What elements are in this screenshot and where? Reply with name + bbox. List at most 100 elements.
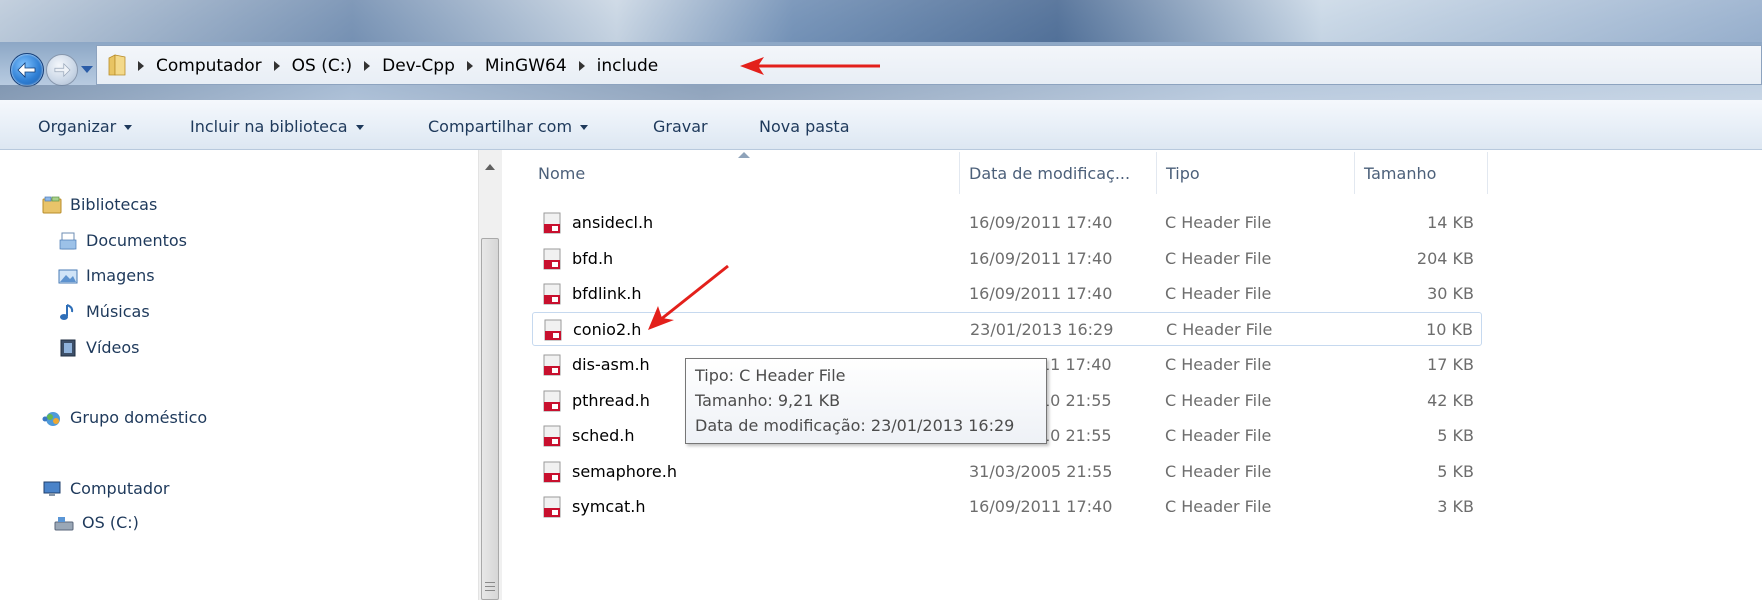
file-size: 5 KB bbox=[1437, 462, 1474, 481]
column-header-date[interactable]: Data de modificaç... bbox=[969, 164, 1130, 183]
new-folder-button[interactable]: Nova pasta bbox=[759, 117, 850, 136]
nav-item-drive-c[interactable]: OS (C:) bbox=[54, 513, 139, 532]
forward-button[interactable] bbox=[46, 54, 78, 86]
forward-arrow-icon bbox=[54, 62, 71, 78]
breadcrumb-item-dev-cpp[interactable]: Dev-Cpp bbox=[382, 56, 455, 76]
file-row[interactable]: symcat.h 16/09/2011 17:40 C Header File … bbox=[532, 490, 1482, 524]
file-size: 3 KB bbox=[1437, 497, 1474, 516]
file-size: 42 KB bbox=[1427, 391, 1474, 410]
breadcrumb-separator-icon[interactable] bbox=[364, 61, 371, 71]
file-name: dis-asm.h bbox=[572, 355, 650, 374]
column-divider[interactable] bbox=[1487, 152, 1488, 194]
file-size: 10 KB bbox=[1426, 320, 1473, 339]
c-header-file-icon bbox=[543, 425, 561, 447]
include-in-library-menu-button[interactable]: Incluir na biblioteca bbox=[190, 117, 364, 136]
scroll-up-arrow-icon[interactable] bbox=[485, 164, 495, 170]
nav-item-music[interactable]: Músicas bbox=[58, 302, 150, 321]
file-size: 14 KB bbox=[1427, 213, 1474, 232]
c-header-file-icon bbox=[543, 248, 561, 270]
computer-icon bbox=[43, 481, 61, 496]
column-divider[interactable] bbox=[959, 152, 960, 194]
nav-item-label: OS (C:) bbox=[82, 513, 139, 532]
file-name: symcat.h bbox=[572, 497, 646, 516]
file-date: 23/01/2013 16:29 bbox=[970, 320, 1114, 339]
music-note-icon bbox=[60, 303, 74, 320]
file-type: C Header File bbox=[1165, 249, 1272, 268]
breadcrumb-separator-icon[interactable] bbox=[138, 61, 144, 71]
breadcrumb-separator-icon[interactable] bbox=[466, 61, 473, 71]
file-type: C Header File bbox=[1165, 355, 1272, 374]
file-size: 17 KB bbox=[1427, 355, 1474, 374]
title-bar-background bbox=[0, 0, 1762, 42]
breadcrumb-item-computer[interactable]: Computador bbox=[156, 56, 262, 76]
breadcrumb-item-include[interactable]: include bbox=[597, 56, 659, 76]
nav-item-homegroup[interactable]: Grupo doméstico bbox=[42, 408, 207, 427]
nav-item-computer[interactable]: Computador bbox=[42, 479, 169, 498]
column-header-name[interactable]: Nome bbox=[538, 164, 585, 183]
c-header-file-icon bbox=[543, 496, 561, 518]
sort-ascending-icon bbox=[738, 152, 750, 158]
share-with-menu-button[interactable]: Compartilhar com bbox=[428, 117, 589, 136]
column-header-size[interactable]: Tamanho bbox=[1364, 164, 1436, 183]
file-type: C Header File bbox=[1165, 462, 1272, 481]
recent-pages-chevron-down-icon[interactable] bbox=[81, 66, 93, 73]
file-name: sched.h bbox=[572, 426, 635, 445]
video-icon bbox=[60, 339, 76, 356]
annotation-arrow-icon bbox=[648, 264, 729, 330]
file-date: 16/09/2011 17:40 bbox=[969, 497, 1113, 516]
c-header-file-icon bbox=[544, 319, 562, 341]
images-icon bbox=[58, 269, 78, 283]
organize-menu-button[interactable]: Organizar bbox=[38, 117, 133, 136]
scrollbar-grip bbox=[485, 582, 495, 583]
nav-item-label: Imagens bbox=[86, 266, 155, 285]
file-row[interactable]: ansidecl.h 16/09/2011 17:40 C Header Fil… bbox=[532, 206, 1482, 240]
back-arrow-icon bbox=[17, 62, 36, 78]
file-date: 10 21:55 bbox=[1040, 391, 1112, 410]
breadcrumb: Computador OS (C:) Dev-Cpp MinGW64 inclu… bbox=[138, 52, 670, 80]
file-name: bfd.h bbox=[572, 249, 614, 268]
organize-label: Organizar bbox=[38, 117, 117, 136]
file-name: ansidecl.h bbox=[572, 213, 654, 232]
scrollbar-thumb[interactable] bbox=[481, 238, 499, 600]
file-info-tooltip: Tipo: C Header File Tamanho: 9,21 KB Dat… bbox=[685, 358, 1047, 444]
breadcrumb-item-mingw64[interactable]: MinGW64 bbox=[485, 56, 567, 76]
file-type: C Header File bbox=[1165, 497, 1272, 516]
file-date: 10 21:55 bbox=[1040, 426, 1112, 445]
column-header-type[interactable]: Tipo bbox=[1166, 164, 1200, 183]
folder-icon bbox=[108, 54, 126, 76]
drive-icon bbox=[54, 516, 74, 530]
nav-item-label: Bibliotecas bbox=[70, 195, 158, 214]
file-type: C Header File bbox=[1166, 320, 1273, 339]
chevron-down-icon bbox=[124, 125, 133, 130]
file-date: 16/09/2011 17:40 bbox=[969, 213, 1113, 232]
chevron-down-icon bbox=[355, 125, 364, 130]
nav-item-documents[interactable]: Documentos bbox=[58, 231, 187, 250]
nav-item-label: Grupo doméstico bbox=[70, 408, 208, 427]
breadcrumb-separator-icon[interactable] bbox=[578, 61, 585, 71]
c-header-file-icon bbox=[543, 283, 561, 305]
homegroup-icon bbox=[42, 411, 60, 426]
scrollbar-grip bbox=[485, 586, 495, 587]
nav-item-label: Computador bbox=[70, 479, 170, 498]
tooltip-type: Tipo: C Header File bbox=[695, 366, 846, 385]
column-divider[interactable] bbox=[1156, 152, 1157, 194]
share-with-label: Compartilhar com bbox=[428, 117, 573, 136]
file-type: C Header File bbox=[1165, 426, 1272, 445]
burn-button[interactable]: Gravar bbox=[653, 117, 708, 136]
annotation-arrow-icon bbox=[740, 57, 880, 75]
breadcrumb-separator-icon[interactable] bbox=[273, 61, 280, 71]
nav-item-libraries[interactable]: Bibliotecas bbox=[42, 195, 157, 214]
nav-item-images[interactable]: Imagens bbox=[58, 266, 155, 285]
file-date: 16/09/2011 17:40 bbox=[969, 249, 1113, 268]
column-divider[interactable] bbox=[1354, 152, 1355, 194]
c-header-file-icon bbox=[543, 390, 561, 412]
file-row[interactable]: semaphore.h 31/03/2005 21:55 C Header Fi… bbox=[532, 455, 1482, 489]
file-date: 31/03/2005 21:55 bbox=[969, 462, 1113, 481]
nav-item-videos[interactable]: Vídeos bbox=[58, 338, 140, 357]
back-button[interactable] bbox=[10, 53, 44, 87]
breadcrumb-item-drive-c[interactable]: OS (C:) bbox=[292, 56, 352, 76]
file-name: semaphore.h bbox=[572, 462, 677, 481]
address-bar-shadow bbox=[0, 85, 1762, 100]
file-size: 5 KB bbox=[1437, 426, 1474, 445]
include-in-library-label: Incluir na biblioteca bbox=[190, 117, 348, 136]
